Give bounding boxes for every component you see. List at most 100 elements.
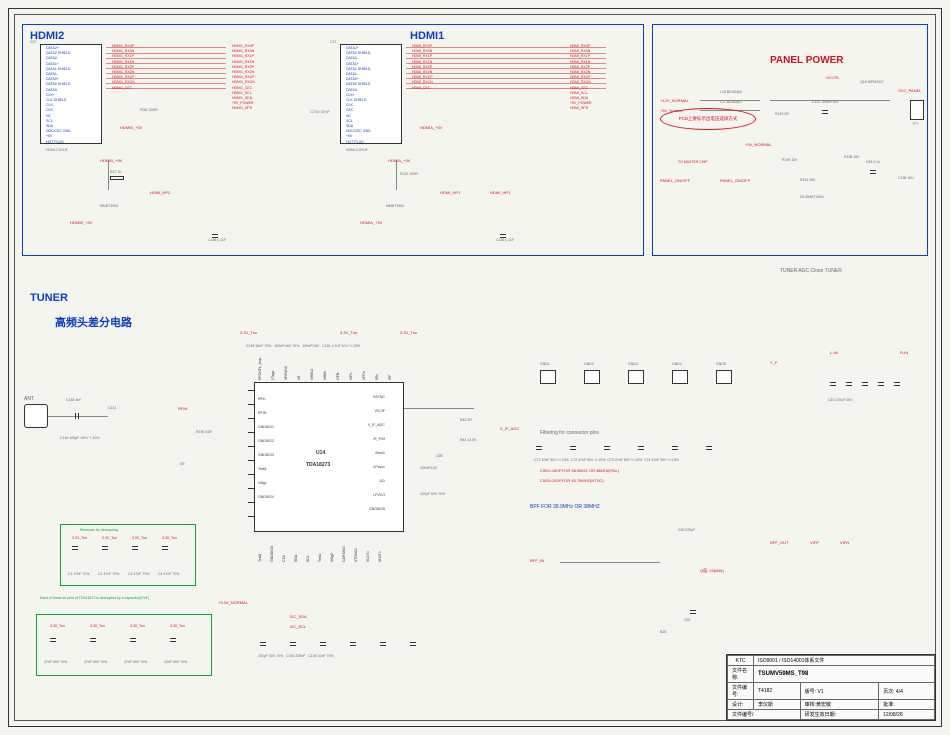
c56-label: C56 220pF xyxy=(678,528,695,532)
hdmi1-conn-ref: C37 xyxy=(330,40,336,44)
hdmia-5v-2: HDMIA_+5V xyxy=(388,158,410,163)
v33-tun-3: 3.3V_Tun xyxy=(400,330,417,335)
tb-review-label: 审核: xyxy=(805,702,816,708)
tb-filename: TSUMV59MS_T98 xyxy=(754,666,935,683)
c146-label: C146 100pF 100V +-10% xyxy=(60,436,100,440)
vcc-panel-label: VCC_PANEL xyxy=(898,88,922,93)
wire xyxy=(700,100,760,101)
bpf-note: BPF FOR 38.9MHz OR 38MHZ xyxy=(530,504,600,510)
r44: R44 14.0K xyxy=(460,438,477,442)
decoup-v3: 3.3V_Tun xyxy=(132,536,147,540)
tb-review: 黄宏敏 xyxy=(816,702,831,708)
q-note: Q值: 15(MIN) xyxy=(700,568,724,574)
panel-onoff-in: PANEL_ON/OFF xyxy=(660,178,690,183)
hdmia-5v-3: HDMIA_+5V xyxy=(360,220,382,225)
r152-label: R152 100R xyxy=(400,172,418,176)
decoup2-v3: 3.3V_Tun xyxy=(130,624,145,628)
hdmia-5v-label: HDMIA_+5V xyxy=(420,125,442,130)
decoup-v2: 3.3V_Tun xyxy=(102,536,117,540)
decoup-title: Removes for decoupling xyxy=(80,528,118,532)
mid-cap-label2: 100pF 50V 70% xyxy=(420,492,445,496)
ant-connector xyxy=(24,404,48,428)
c137-label: C137 100nF/16V xyxy=(812,100,838,104)
mmbt3904-2: MMBT3904 xyxy=(386,204,404,208)
mid-cap-label1: 100nF/16V xyxy=(420,466,437,470)
hdmi2-r36: R36 200R xyxy=(140,107,158,112)
pin: DATA0 SHIELD xyxy=(46,82,71,87)
r159-label: R159 10K xyxy=(782,158,798,162)
vifac-net: V_IF_AGC xyxy=(500,426,519,431)
hdmi-hp2: HDMI_HP2 xyxy=(150,190,170,195)
conn-gnd5: GND5 xyxy=(716,362,726,366)
ic-ref: U14 xyxy=(316,450,325,456)
decoup-c4: C4 47nF 70% xyxy=(158,572,179,576)
pp-12v-label: +12V_NORMAL xyxy=(660,98,689,103)
tb-version-label: 版号: xyxy=(805,689,816,695)
ic-left-labels: RFin RFIN GNDDIG1 GNDDIG2 GNDDIG3 Test3 … xyxy=(258,392,274,504)
c158-label: C158 0.1uF xyxy=(208,238,226,242)
hdmib-5v-label: HDMIB_+5V xyxy=(100,158,122,163)
tuner-title: TUNER xyxy=(30,292,68,304)
r37 xyxy=(110,176,124,180)
hdmi2-conn-ref: C27 xyxy=(30,40,36,44)
conn-gnd3: GND3 xyxy=(628,362,638,366)
bpf-out: BPF_OUT xyxy=(770,540,788,545)
r158-label: R158 10K xyxy=(844,155,860,159)
decoup-c1: C1 47nF 70% xyxy=(68,572,89,576)
c137 xyxy=(822,108,828,116)
c138-label: C138 0.1uF xyxy=(496,238,514,242)
title-block: KTC ISO9001 / ISO14001体系文件 文件名称: TSUMV59… xyxy=(726,654,936,721)
ic-part: TDA18273 xyxy=(306,462,330,468)
b18-label: B18 xyxy=(660,630,666,634)
v33-tun-1: 3.3V_Tun xyxy=(240,330,257,335)
wire xyxy=(108,160,109,190)
hdmib-5v-2: HDMIB_+5V xyxy=(70,220,92,225)
c148 xyxy=(73,413,81,419)
tft-connector xyxy=(910,100,924,120)
css-note1: C553=160P,FOR 38.9MHZ OR 38MHZ(PAL) xyxy=(540,468,619,473)
i2c-scl: I2C_SCL xyxy=(290,624,306,629)
decoup2-c2: 47nF 50V 70% xyxy=(84,660,107,664)
bottom-cap-labels: 200pF 50V 70% C150 220nF C149 10nF 70% xyxy=(258,654,334,658)
ant-label: ANT xyxy=(24,396,34,402)
audio-cap-label: C40 220uF/16V xyxy=(828,398,853,402)
decoup-c2: C2 47nF 70% xyxy=(98,572,119,576)
vifn-out: VIFN xyxy=(840,540,849,545)
rf-cap1: C148 4nF xyxy=(66,398,81,402)
tb-iso: ISO9001 / ISO14001体系文件 xyxy=(754,656,935,666)
hdmi1-conn-part: HDMI-CON-R xyxy=(346,148,368,152)
filter-cap-labels: C71 10nF 50V +/-10% C72 47nF 50V +/-10% … xyxy=(534,458,679,462)
i2c-sda: I2C_SDA xyxy=(290,614,307,619)
rfin-net: RFIN xyxy=(178,406,187,411)
r155-label: R155 51R xyxy=(196,430,212,434)
tb-design: 李仪斯 xyxy=(754,700,801,710)
c58: C58 xyxy=(436,454,442,458)
tb-effdate-label: 研发生效日期: xyxy=(805,712,836,718)
wire xyxy=(396,160,397,190)
hdmi1-pin-labels: DATA2+ DATA2 SHIELD DATA2- DATA1+ DATA1 … xyxy=(346,46,371,145)
tuner-agc-note: TUNER AGC,Close TUNER xyxy=(780,268,842,274)
tuner-subtitle: 高频头差分电路 xyxy=(55,314,132,330)
decoup2-v2: 3.3V_Tun xyxy=(90,624,105,628)
hdmi1-c704: C704 47nF xyxy=(310,109,330,114)
conn-gnd2: GND2 xyxy=(584,362,594,366)
c138b-label: C138 10U xyxy=(898,176,914,180)
tb-page: 4/4 xyxy=(896,689,903,695)
decoupling-box-1 xyxy=(60,524,196,586)
d5-label: D5 MMBT3904 xyxy=(800,195,824,199)
hdmi-hp1: HDMI_HP1 xyxy=(440,190,460,195)
r149-label: R149 0R xyxy=(775,112,789,116)
vifp-out: VIFP xyxy=(810,540,819,545)
l18-label: L18 BEAD@2 xyxy=(720,90,742,94)
ic-right-labels: VSYNC VCCIF V_IF_AGC IF_PVif Xtest1 CPsy… xyxy=(368,390,385,516)
tb-filerev-label: 文件编号/ xyxy=(728,710,801,720)
filtering-note: Filtering for connector pins xyxy=(540,430,599,436)
v33-normal: +3.3V_NORMAL xyxy=(218,600,248,605)
tft-label: TFT xyxy=(912,122,918,126)
q18-label: Q18 WPM3407 xyxy=(860,80,884,84)
panel-onoff-net: PANEL_ON/OFF xyxy=(720,178,750,183)
decoup2-v1: 3.3V_Tun xyxy=(50,624,65,628)
pin-decouple-note: Each of these for pins of TDA18273 is de… xyxy=(40,596,200,600)
tb-filecode: T4182 xyxy=(754,683,801,700)
hdmi1-title: HDMI1 xyxy=(410,30,444,42)
